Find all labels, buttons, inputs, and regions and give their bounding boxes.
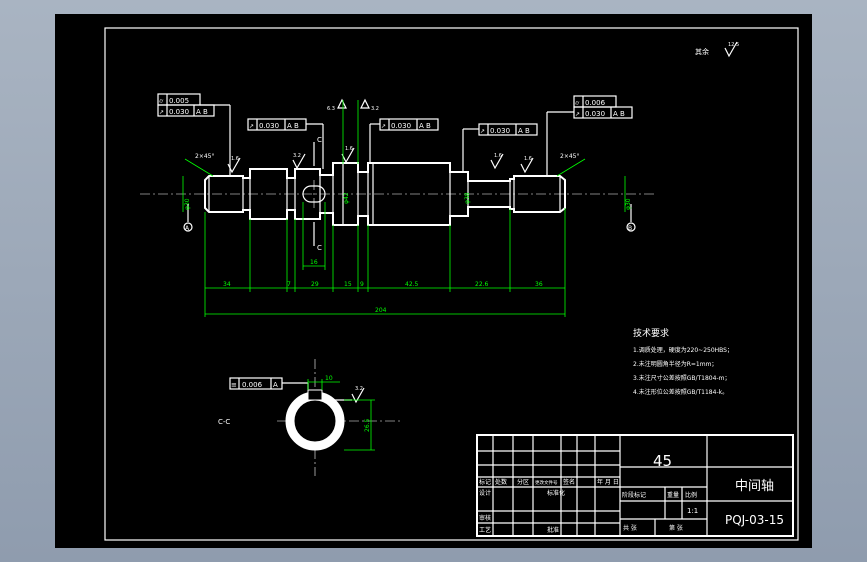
dia-right-journal: φ30 (625, 198, 632, 210)
note-item: 4.未注形位公差按照GB/T1184-k。 (633, 388, 728, 396)
svg-text:7: 7 (287, 281, 291, 288)
tb-drawing-no: PQJ-03-15 (725, 513, 784, 527)
shaft-outline (204, 162, 566, 226)
svg-text:15: 15 (344, 281, 352, 288)
section-mark-bottom: C (317, 244, 322, 252)
svg-text:1.6: 1.6 (494, 153, 502, 159)
section-tolerance-value: 0.006 (242, 381, 263, 389)
svg-text:1.6: 1.6 (345, 146, 353, 152)
svg-text:0.005: 0.005 (169, 97, 189, 105)
title-block: 标记 处数 分区 更改文件号 签名 年 月 日 设计 标准化 审核 工艺 批准 … (476, 434, 794, 537)
section-tolerance-datum: A (273, 381, 278, 389)
note-item: 2.未注明圆角半径为R=1mm； (633, 360, 717, 368)
section-key-width: 10 (325, 375, 333, 382)
tb-stage-mark: 阶段标记 (622, 491, 646, 499)
svg-text:↗: ↗ (480, 128, 485, 135)
tb-header: 更改文件号 (535, 479, 558, 486)
tb-part-name: 中间轴 (735, 479, 774, 494)
svg-text:36: 36 (535, 281, 543, 288)
chamfer-right: 2×45° (560, 153, 579, 160)
tolerance-frame-right: ⌭ 0.006 ↗ 0.030 A B (546, 95, 633, 176)
svg-text:↗: ↗ (249, 123, 254, 130)
tb-sheet-no: 第 张 (669, 524, 683, 532)
tb-approval: 批准 (547, 526, 559, 534)
chamfer-left: 2×45° (195, 153, 214, 160)
svg-text:A B: A B (613, 110, 625, 118)
chamfer-leader (184, 158, 214, 177)
tolerance-frame-center: ↗ 0.030 A B (369, 118, 439, 163)
svg-text:1.6: 1.6 (524, 156, 532, 162)
dia-right-step: φ38 (464, 192, 471, 204)
tb-header: 处数 (495, 478, 507, 486)
dia-center: φ42 (343, 192, 350, 204)
roughness-other-label: 其余 (695, 47, 709, 56)
svg-text:⌭: ⌭ (575, 100, 580, 107)
svg-text:A B: A B (518, 127, 530, 135)
section-view: C-C ≡ 0.006 A 10 3.2 26.5 (218, 359, 400, 476)
svg-text:0.030: 0.030 (169, 108, 189, 116)
svg-text:16: 16 (310, 259, 318, 266)
tb-ratio: 比例 (685, 491, 697, 499)
svg-text:0.030: 0.030 (259, 122, 279, 130)
svg-text:1.6: 1.6 (231, 156, 239, 162)
shaft-view: C C A B φ30 φ42 φ38 φ30 2×45° 2×45° 1.6 … (140, 93, 655, 317)
roughness-other-value: 12.5 (728, 42, 739, 48)
svg-text:22.6: 22.6 (475, 281, 489, 288)
chamfer-leader (556, 158, 586, 177)
section-mark-top: C (317, 136, 322, 144)
svg-text:34: 34 (223, 281, 231, 288)
svg-text:0.006: 0.006 (585, 99, 606, 107)
svg-text:↗: ↗ (159, 109, 164, 116)
tb-design: 设计 (479, 489, 491, 497)
svg-text:0.030: 0.030 (391, 122, 411, 130)
section-depth-dim: 26.5 (364, 418, 371, 432)
tolerance-frame-left: ⌭ 0.005 ↗ 0.030 A B (157, 93, 231, 176)
notes-heading: 技术要求 (633, 327, 669, 339)
technical-notes: 技术要求 1.调质处理，硬度为220~250HBS； 2.未注明圆角半径为R=1… (633, 327, 733, 396)
tolerance-frame-mid-right: ↗ 0.030 A B (462, 123, 538, 172)
svg-text:204: 204 (375, 307, 387, 314)
tb-header: 分区 (517, 478, 529, 486)
drawing-sheet: 其余 12.5 C C A B φ30 φ42 φ38 φ30 2×45° 2×… (55, 14, 812, 548)
section-inner (293, 399, 337, 443)
svg-text:A B: A B (287, 122, 299, 130)
tb-header: 年 月 日 (597, 478, 619, 486)
tb-review: 审核 (479, 514, 491, 522)
section-roughness: 3.2 (355, 386, 363, 392)
svg-text:0.030: 0.030 (585, 110, 605, 118)
symmetry-icon: ≡ (231, 381, 237, 389)
tb-material: 45 (653, 452, 672, 470)
svg-text:⌭: ⌭ (159, 98, 164, 105)
roughness-marks: 1.6 3.2 1.6 1.6 1.6 6.3 3.2 (227, 98, 534, 174)
cad-drawing: 其余 12.5 C C A B φ30 φ42 φ38 φ30 2×45° 2×… (104, 27, 799, 541)
tolerance-frame-mid-left: ↗ 0.030 A B (247, 118, 324, 169)
section-keyway (307, 389, 323, 401)
svg-text:42.5: 42.5 (405, 281, 419, 288)
tb-standardization: 标准化 (547, 489, 565, 497)
svg-text:A B: A B (419, 122, 431, 130)
svg-text:0.030: 0.030 (490, 127, 510, 135)
tb-weight: 重量 (667, 491, 679, 499)
svg-text:3.2: 3.2 (293, 153, 301, 159)
section-label: C-C (218, 418, 230, 426)
svg-text:9: 9 (360, 281, 364, 288)
svg-text:A B: A B (196, 108, 208, 116)
tb-header: 标记 (479, 478, 491, 486)
svg-text:↗: ↗ (575, 111, 580, 118)
svg-text:6.3: 6.3 (327, 106, 335, 112)
svg-text:29: 29 (311, 281, 319, 288)
svg-text:3.2: 3.2 (371, 106, 379, 112)
tb-scale: 1:1 (687, 507, 698, 515)
dia-left-journal: φ30 (184, 198, 191, 210)
note-item: 3.未注尺寸公差按照GB/T1804-m； (633, 374, 730, 382)
svg-text:↗: ↗ (381, 123, 386, 130)
note-item: 1.调质处理，硬度为220~250HBS； (633, 346, 733, 354)
datum-b-label: B (628, 225, 632, 232)
tb-total-sheets: 共 张 (623, 524, 637, 532)
tb-process: 工艺 (479, 526, 491, 534)
tb-header: 签名 (563, 478, 575, 486)
